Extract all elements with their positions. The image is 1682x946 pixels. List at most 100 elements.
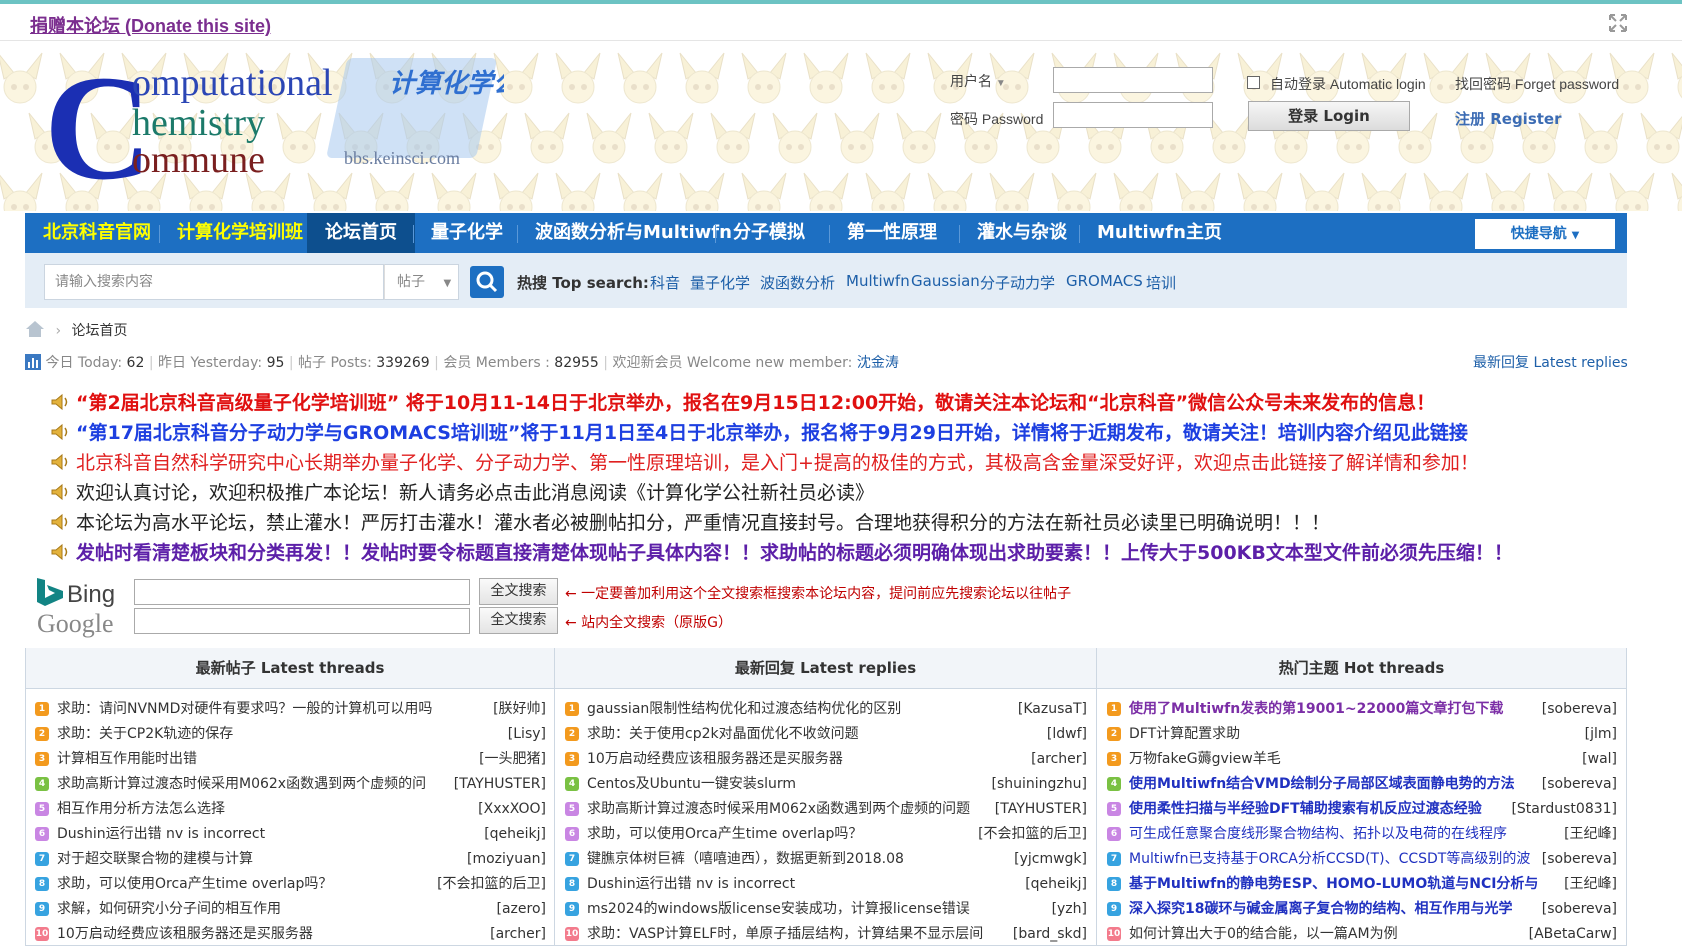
thread-title[interactable]: Dushin运行出错 nv is incorrect <box>57 822 265 846</box>
thread-author[interactable]: [azero] <box>497 897 546 921</box>
thread-title[interactable]: 计算相互作用能时出错 <box>57 747 197 771</box>
thread-row[interactable]: 10 10万启动经费应该租服务器还是买服务器 [archer] <box>35 922 546 946</box>
thread-title[interactable]: 求助，可以使用Orca产生time overlap吗？ <box>57 872 332 896</box>
thread-row[interactable]: 5 使用柔性扫描与半经验DFT辅助搜索有机反应过渡态经验 [Stardust0831… <box>1107 797 1617 821</box>
thread-row[interactable]: 5 相互作用分析方法怎么选择 [XxxXOO] <box>35 797 546 821</box>
nav-item[interactable]: Multiwfn主页 <box>1079 213 1240 253</box>
thread-author[interactable]: [TAYHUSTER] <box>454 772 546 796</box>
thread-row[interactable]: 10 如何计算出大于0的结合能，以一篇AM为例 [ABetaCarw] <box>1107 922 1617 946</box>
nav-item[interactable]: 量子化学 <box>413 213 521 253</box>
thread-row[interactable]: 3 10万启动经费应该租服务器还是买服务器 [archer] <box>565 747 1087 771</box>
thread-title[interactable]: Centos及Ubuntu一键安装slurm <box>587 772 796 796</box>
thread-row[interactable]: 9 深入探究18碳环与碱金属离子复合物的结构、相互作用与光学 [sobereva] <box>1107 897 1617 921</box>
hot-search-item[interactable]: 分子动力学 <box>980 272 1055 293</box>
thread-title[interactable]: 求助高斯计算过渡态时候采用M062x函数遇到两个虚频的问题 <box>587 797 970 821</box>
thread-author[interactable]: [不会扣篮的后卫] <box>437 872 546 896</box>
thread-row[interactable]: 4 使用Multiwfn结合VMD绘制分子局部区域表面静电势的方法 [soberev… <box>1107 772 1617 796</box>
thread-row[interactable]: 1 求助：请问NVNMD对硬件有要求吗？一般的计算机可以用吗 [朕好帅] <box>35 697 546 721</box>
search-button[interactable] <box>470 266 504 298</box>
thread-author[interactable]: [KazusaT] <box>1018 697 1087 721</box>
announcement[interactable]: 发帖时看清楚板块和分类再发！！发帖时要令标题直接清楚体现帖子具体内容！！求助帖的… <box>50 538 1513 565</box>
thread-author[interactable]: [jlm] <box>1585 722 1617 746</box>
thread-title[interactable]: 10万启动经费应该租服务器还是买服务器 <box>587 747 843 771</box>
thread-author[interactable]: [sobereva] <box>1542 697 1617 721</box>
google-search-input[interactable] <box>134 608 470 634</box>
thread-row[interactable]: 8 基于Multiwfn的静电势ESP、HOMO-LUMO轨道与NCI分析与 [王纪… <box>1107 872 1617 896</box>
google-search-button[interactable]: 全文搜索 <box>479 607 558 634</box>
thread-row[interactable]: 9 求解，如何研究小分子间的相互作用 [azero] <box>35 897 546 921</box>
bing-search-input[interactable] <box>134 579 470 605</box>
thread-row[interactable]: 7 Multiwfn已支持基于ORCA分析CCSD(T)、CCSDT等高级别的波 [… <box>1107 847 1617 871</box>
search-type-select[interactable]: 帖子 ▼ <box>384 264 459 300</box>
thread-author[interactable]: [yzh] <box>1052 897 1087 921</box>
thread-title[interactable]: 如何计算出大于0的结合能，以一篇AM为例 <box>1129 922 1398 946</box>
thread-author[interactable]: [qeheikj] <box>1025 872 1087 896</box>
thread-title[interactable]: gaussian限制性结构优化和过渡态结构优化的区别 <box>587 697 901 721</box>
username-input[interactable] <box>1053 67 1213 93</box>
thread-row[interactable]: 10 求助：VASP计算ELF时，单原子插层结构，计算结果不显示层间 [bard_s… <box>565 922 1087 946</box>
thread-author[interactable]: [XxxXOO] <box>478 797 546 821</box>
hot-search-item[interactable]: 培训 <box>1146 272 1176 293</box>
thread-author[interactable]: [sobereva] <box>1542 772 1617 796</box>
thread-title[interactable]: 求助：关于CP2K轨迹的保存 <box>57 722 233 746</box>
nav-item[interactable]: 计算化学培训班 <box>159 213 321 253</box>
thread-row[interactable]: 2 求助：关于CP2K轨迹的保存 [Lisy] <box>35 722 546 746</box>
hot-search-item[interactable]: 波函数分析 <box>760 272 835 293</box>
thread-author[interactable]: [qeheikj] <box>484 822 546 846</box>
thread-author[interactable]: [王纪峰] <box>1564 872 1617 896</box>
hot-search-item[interactable]: GROMACS <box>1066 272 1143 290</box>
nav-item[interactable]: 分子模拟 <box>715 213 823 253</box>
thread-author[interactable]: [ldwf] <box>1047 722 1087 746</box>
thread-row[interactable]: 7 键膲京体树巨裤（嘻嘻迪西），数据更新到2018.08 [yjcmwgk] <box>565 847 1087 871</box>
thread-row[interactable]: 4 Centos及Ubuntu一键安装slurm [shuiningzhu] <box>565 772 1087 796</box>
thread-author[interactable]: [archer] <box>490 922 546 946</box>
thread-title[interactable]: ms2024的windows版license安装成功，计算报license错误 <box>587 897 970 921</box>
nav-item[interactable]: 北京科音官网 <box>25 213 169 253</box>
thread-row[interactable]: 2 求助：关于使用cp2k对晶面优化不收敛问题 [ldwf] <box>565 722 1087 746</box>
thread-title[interactable]: 求解，如何研究小分子间的相互作用 <box>57 897 281 921</box>
thread-title[interactable]: 10万启动经费应该租服务器还是买服务器 <box>57 922 313 946</box>
site-logo[interactable]: C omputational hemistry ommune 计算化学公社 bb… <box>44 50 504 200</box>
thread-title[interactable]: 可生成任意聚合度线形聚合物结构、拓扑以及电荷的在线程序 <box>1129 822 1507 846</box>
thread-author[interactable]: [TAYHUSTER] <box>995 797 1087 821</box>
thread-row[interactable]: 3 万物fakeG薅gview羊毛 [wal] <box>1107 747 1617 771</box>
donate-link[interactable]: 捐赠本论坛 (Donate this site) <box>30 12 271 38</box>
thread-row[interactable]: 2 DFT计算配置求助 [jlm] <box>1107 722 1617 746</box>
thread-title[interactable]: 基于Multiwfn的静电势ESP、HOMO-LUMO轨道与NCI分析与 <box>1129 872 1538 896</box>
thread-row[interactable]: 4 求助高斯计算过渡态时候采用M062x函数遇到两个虚频的问 [TAYHUSTER] <box>35 772 546 796</box>
bing-search-button[interactable]: 全文搜索 <box>479 578 558 605</box>
thread-title[interactable]: Dushin运行出错 nv is incorrect <box>587 872 795 896</box>
thread-title[interactable]: Multiwfn已支持基于ORCA分析CCSD(T)、CCSDT等高级别的波 <box>1129 847 1530 871</box>
thread-author[interactable]: [sobereva] <box>1542 897 1617 921</box>
thread-title[interactable]: 使用了Multiwfn发表的第19001~22000篇文章打包下载 <box>1129 697 1503 721</box>
thread-author[interactable]: [Stardust0831] <box>1511 797 1617 821</box>
nav-item[interactable]: 灌水与杂谈 <box>959 213 1085 253</box>
hot-search-item[interactable]: 科音 <box>650 272 680 293</box>
thread-row[interactable]: 7 对于超交联聚合物的建模与计算 [moziyuan] <box>35 847 546 871</box>
thread-author[interactable]: [shuiningzhu] <box>992 772 1087 796</box>
announcement[interactable]: 欢迎认真讨论，欢迎积极推广本论坛！新人请务必点击此消息阅读《计算化学公社新社员必… <box>50 478 874 505</box>
thread-title[interactable]: 万物fakeG薅gview羊毛 <box>1129 747 1281 771</box>
thread-author[interactable]: [不会扣篮的后卫] <box>978 822 1087 846</box>
hot-search-item[interactable]: Multiwfn <box>846 272 910 290</box>
thread-title[interactable]: 键膲京体树巨裤（嘻嘻迪西），数据更新到2018.08 <box>587 847 904 871</box>
nav-item[interactable]: 第一性原理 <box>829 213 955 253</box>
thread-title[interactable]: 使用柔性扫描与半经验DFT辅助搜索有机反应过渡态经验 <box>1129 797 1482 821</box>
forget-password-link[interactable]: 找回密码 Forget password <box>1455 74 1619 94</box>
thread-row[interactable]: 6 Dushin运行出错 nv is incorrect [qeheikj] <box>35 822 546 846</box>
thread-author[interactable]: [朕好帅] <box>493 697 546 721</box>
thread-title[interactable]: 求助：VASP计算ELF时，单原子插层结构，计算结果不显示层间 <box>587 922 983 946</box>
hot-search-item[interactable]: 量子化学 <box>690 272 750 293</box>
auto-login-checkbox[interactable] <box>1247 76 1260 89</box>
thread-author[interactable]: [ABetaCarw] <box>1529 922 1617 946</box>
password-input[interactable] <box>1053 102 1213 128</box>
expand-icon[interactable] <box>1608 13 1628 33</box>
thread-author[interactable]: [yjcmwgk] <box>1014 847 1087 871</box>
thread-row[interactable]: 6 可生成任意聚合度线形聚合物结构、拓扑以及电荷的在线程序 [王纪峰] <box>1107 822 1617 846</box>
thread-title[interactable]: 求助高斯计算过渡态时候采用M062x函数遇到两个虚频的问 <box>57 772 426 796</box>
announcement[interactable]: 北京科音自然科学研究中心长期举办量子化学、分子动力学、第一性原理培训，是入门+提… <box>50 448 1479 475</box>
thread-author[interactable]: [sobereva] <box>1542 847 1617 871</box>
thread-row[interactable]: 9 ms2024的windows版license安装成功，计算报license错误… <box>565 897 1087 921</box>
nav-item[interactable]: 论坛首页 <box>307 213 415 253</box>
thread-author[interactable]: [archer] <box>1031 747 1087 771</box>
